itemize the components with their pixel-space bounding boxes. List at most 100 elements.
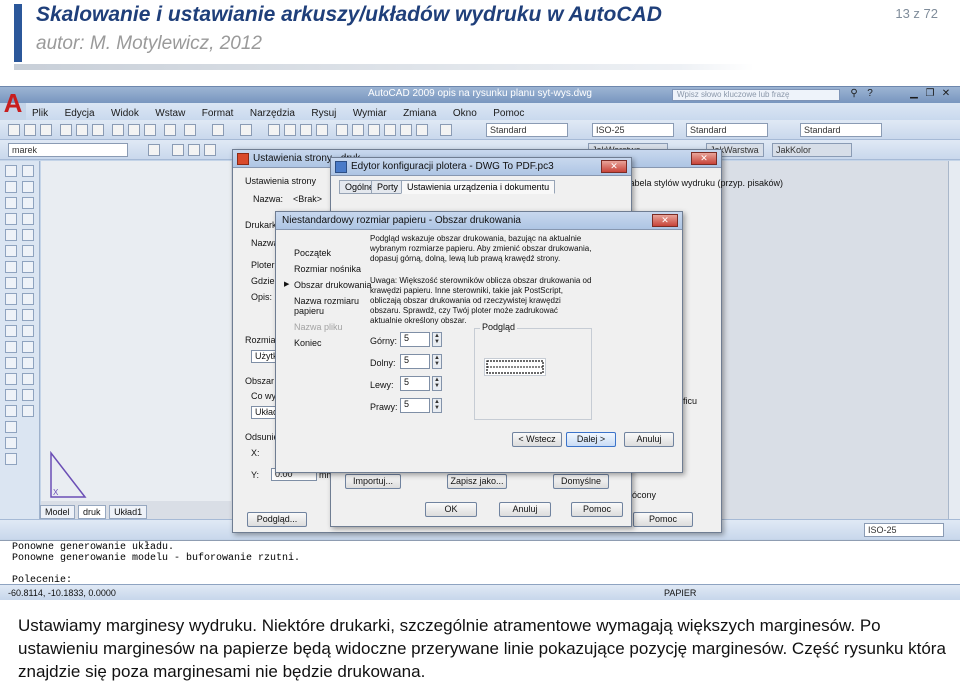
print-icon[interactable] bbox=[60, 124, 72, 136]
ellipse-arc-icon[interactable] bbox=[5, 325, 17, 337]
make-block-icon[interactable] bbox=[5, 357, 17, 369]
tab-ports[interactable]: Porty bbox=[371, 180, 405, 194]
trim-icon[interactable] bbox=[22, 309, 34, 321]
right-margin-input[interactable]: 5 bbox=[400, 398, 430, 413]
search-icon[interactable]: ⚲ bbox=[848, 88, 860, 100]
bottom-margin-spinner[interactable]: ▲ ▼ bbox=[432, 354, 442, 369]
save-icon[interactable] bbox=[40, 124, 52, 136]
left-margin-spinner[interactable]: ▲ ▼ bbox=[432, 376, 442, 391]
break-icon[interactable] bbox=[22, 341, 34, 353]
rectangle-icon[interactable] bbox=[5, 229, 17, 241]
construction-line-icon[interactable] bbox=[5, 181, 17, 193]
plotter-cancel-button[interactable]: Anuluj bbox=[499, 502, 551, 517]
new-file-icon[interactable] bbox=[8, 124, 20, 136]
properties-icon[interactable] bbox=[336, 124, 348, 136]
scale-icon[interactable] bbox=[22, 277, 34, 289]
layer-on-icon[interactable] bbox=[172, 144, 184, 156]
close-icon[interactable]: ✕ bbox=[940, 88, 952, 100]
search-input[interactable]: Wpisz słowo kluczowe lub frazę bbox=[672, 89, 840, 101]
top-margin-spinner[interactable]: ▲ ▼ bbox=[432, 332, 442, 347]
zoom-window-icon[interactable] bbox=[300, 124, 312, 136]
polyline-icon[interactable] bbox=[5, 197, 17, 209]
layer-select[interactable]: marek bbox=[8, 143, 128, 157]
minimize-icon[interactable]: ▁ bbox=[908, 88, 920, 100]
undo-icon[interactable] bbox=[212, 124, 224, 136]
cut-icon[interactable] bbox=[112, 124, 124, 136]
circle-icon[interactable] bbox=[5, 261, 17, 273]
plotter-ok-button[interactable]: OK bbox=[425, 502, 477, 517]
preview-button[interactable]: Podgląd... bbox=[247, 512, 307, 527]
bottom-margin-input[interactable]: 5 bbox=[400, 354, 430, 369]
mleader-style-select[interactable]: Standard bbox=[800, 123, 882, 137]
erase-icon[interactable] bbox=[22, 165, 34, 177]
multiline-text-icon[interactable] bbox=[5, 453, 17, 465]
defaults-button[interactable]: Domyślne bbox=[553, 474, 609, 489]
help-button-icon[interactable] bbox=[440, 124, 452, 136]
design-center-icon[interactable] bbox=[352, 124, 364, 136]
move-icon[interactable] bbox=[22, 245, 34, 257]
redo-icon[interactable] bbox=[240, 124, 252, 136]
arc-icon[interactable] bbox=[5, 245, 17, 257]
copy-object-icon[interactable] bbox=[22, 181, 34, 193]
ellipse-icon[interactable] bbox=[5, 309, 17, 321]
top-margin-input[interactable]: 5 bbox=[400, 332, 430, 347]
close-icon[interactable]: ✕ bbox=[652, 214, 678, 227]
spline-icon[interactable] bbox=[5, 293, 17, 305]
wizard-cancel-button[interactable]: Anuluj bbox=[624, 432, 674, 447]
array-icon[interactable] bbox=[22, 229, 34, 241]
chamfer-icon[interactable] bbox=[22, 373, 34, 385]
paste-icon[interactable] bbox=[144, 124, 156, 136]
zoom-realtime-icon[interactable] bbox=[284, 124, 296, 136]
publish-icon[interactable] bbox=[92, 124, 104, 136]
print-preview-icon[interactable] bbox=[76, 124, 88, 136]
help-icon[interactable]: ? bbox=[864, 88, 876, 100]
table-style-select[interactable]: Standard bbox=[686, 123, 768, 137]
layer-freeze-icon[interactable] bbox=[188, 144, 200, 156]
close-icon[interactable]: ✕ bbox=[601, 160, 627, 173]
close-icon[interactable]: ✕ bbox=[691, 152, 717, 165]
stretch-icon[interactable] bbox=[22, 293, 34, 305]
tool-palettes-icon[interactable] bbox=[368, 124, 380, 136]
plotter-help-button[interactable]: Pomoc bbox=[571, 502, 623, 517]
left-margin-input[interactable]: 5 bbox=[400, 376, 430, 391]
layer-manager-icon[interactable] bbox=[148, 144, 160, 156]
layer-lock-icon[interactable] bbox=[204, 144, 216, 156]
tab-device-document-settings[interactable]: Ustawienia urządzenia i dokumentu bbox=[401, 180, 556, 194]
revision-cloud-icon[interactable] bbox=[5, 277, 17, 289]
gradient-icon[interactable] bbox=[5, 405, 17, 417]
polygon-icon[interactable] bbox=[5, 213, 17, 225]
restore-icon[interactable]: ❐ bbox=[924, 88, 936, 100]
markup-icon[interactable] bbox=[400, 124, 412, 136]
vertical-scrollbar[interactable] bbox=[948, 161, 960, 521]
mirror-icon[interactable] bbox=[22, 197, 34, 209]
copy-icon[interactable] bbox=[128, 124, 140, 136]
tab-model[interactable]: Model bbox=[40, 505, 75, 519]
page-setup-help-button[interactable]: Pomoc bbox=[633, 512, 693, 527]
extend-icon[interactable] bbox=[22, 325, 34, 337]
fillet-icon[interactable] bbox=[22, 389, 34, 401]
space-toggle[interactable]: PAPIER bbox=[664, 588, 696, 598]
pan-icon[interactable] bbox=[268, 124, 280, 136]
region-icon[interactable] bbox=[5, 421, 17, 433]
quick-calc-icon[interactable] bbox=[416, 124, 428, 136]
wizard-back-button[interactable]: < Wstecz bbox=[512, 432, 562, 447]
hatch-icon[interactable] bbox=[5, 389, 17, 401]
import-button[interactable]: Importuj... bbox=[345, 474, 401, 489]
dim-style-select[interactable]: ISO-25 bbox=[592, 123, 674, 137]
command-line[interactable]: Ponowne generowanie układu. Ponowne gene… bbox=[0, 540, 960, 586]
match-properties-icon[interactable] bbox=[164, 124, 176, 136]
line-icon[interactable] bbox=[5, 165, 17, 177]
table-icon[interactable] bbox=[5, 437, 17, 449]
rotate-icon[interactable] bbox=[22, 261, 34, 273]
autocad-logo-icon[interactable]: A bbox=[2, 87, 24, 123]
explode-icon[interactable] bbox=[22, 405, 34, 417]
block-editor-icon[interactable] bbox=[184, 124, 196, 136]
sheet-set-icon[interactable] bbox=[384, 124, 396, 136]
zoom-previous-icon[interactable] bbox=[316, 124, 328, 136]
text-style-select[interactable]: Standard bbox=[486, 123, 568, 137]
tab-druk[interactable]: druk bbox=[78, 505, 106, 519]
point-icon[interactable] bbox=[5, 373, 17, 385]
tab-uklad1[interactable]: Układ1 bbox=[109, 505, 148, 519]
join-icon[interactable] bbox=[22, 357, 34, 369]
insert-block-icon[interactable] bbox=[5, 341, 17, 353]
